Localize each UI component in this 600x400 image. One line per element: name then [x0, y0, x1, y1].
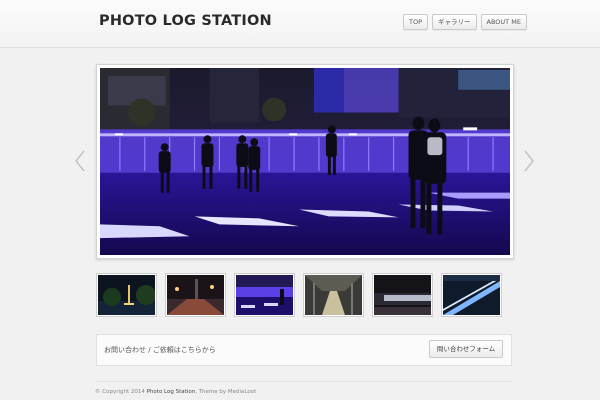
hero-slider[interactable]	[96, 64, 514, 259]
footer-site-link[interactable]: Photo Log Station	[147, 389, 196, 395]
footer-copyright: © Copyright 2014	[95, 389, 145, 395]
slider-prev-button[interactable]	[74, 150, 86, 172]
thumbnail-1[interactable]	[96, 273, 157, 317]
thumbnail-2[interactable]	[165, 273, 226, 317]
thumbnail-image	[167, 275, 224, 315]
thumbnail-image	[236, 275, 293, 315]
main-nav: TOP ギャラリー ABOUT ME	[403, 14, 527, 30]
thumbnail-strip	[96, 273, 502, 317]
thumbnail-5[interactable]	[372, 273, 433, 317]
nav-about[interactable]: ABOUT ME	[480, 14, 527, 30]
slider-next-button[interactable]	[523, 150, 535, 172]
chevron-left-icon	[74, 150, 85, 172]
thumbnail-6[interactable]	[441, 273, 502, 317]
thumbnail-4[interactable]	[303, 273, 364, 317]
hero-photo	[100, 68, 510, 255]
footer-divider	[96, 381, 512, 382]
thumbnail-image	[305, 275, 362, 315]
thumbnail-image	[98, 275, 155, 315]
footer: © Copyright 2014 Photo Log Station, Them…	[95, 389, 256, 395]
contact-form-button[interactable]: 問い合わせフォーム	[429, 340, 503, 358]
footer-theme-credit: , Theme by MediaLoot	[195, 389, 257, 395]
site-header: PHOTO LOG STATION TOP ギャラリー ABOUT ME	[0, 0, 600, 48]
contact-text: お問い合わせ / ご依頼はこちらから	[104, 346, 216, 354]
contact-box: お問い合わせ / ご依頼はこちらから 問い合わせフォーム	[96, 334, 512, 366]
thumbnail-image	[374, 275, 431, 315]
nav-top[interactable]: TOP	[403, 14, 429, 30]
site-title[interactable]: PHOTO LOG STATION	[99, 13, 272, 29]
thumbnail-image	[443, 275, 500, 315]
nav-gallery[interactable]: ギャラリー	[432, 14, 477, 30]
chevron-right-icon	[524, 150, 535, 172]
thumbnail-3[interactable]	[234, 273, 295, 317]
